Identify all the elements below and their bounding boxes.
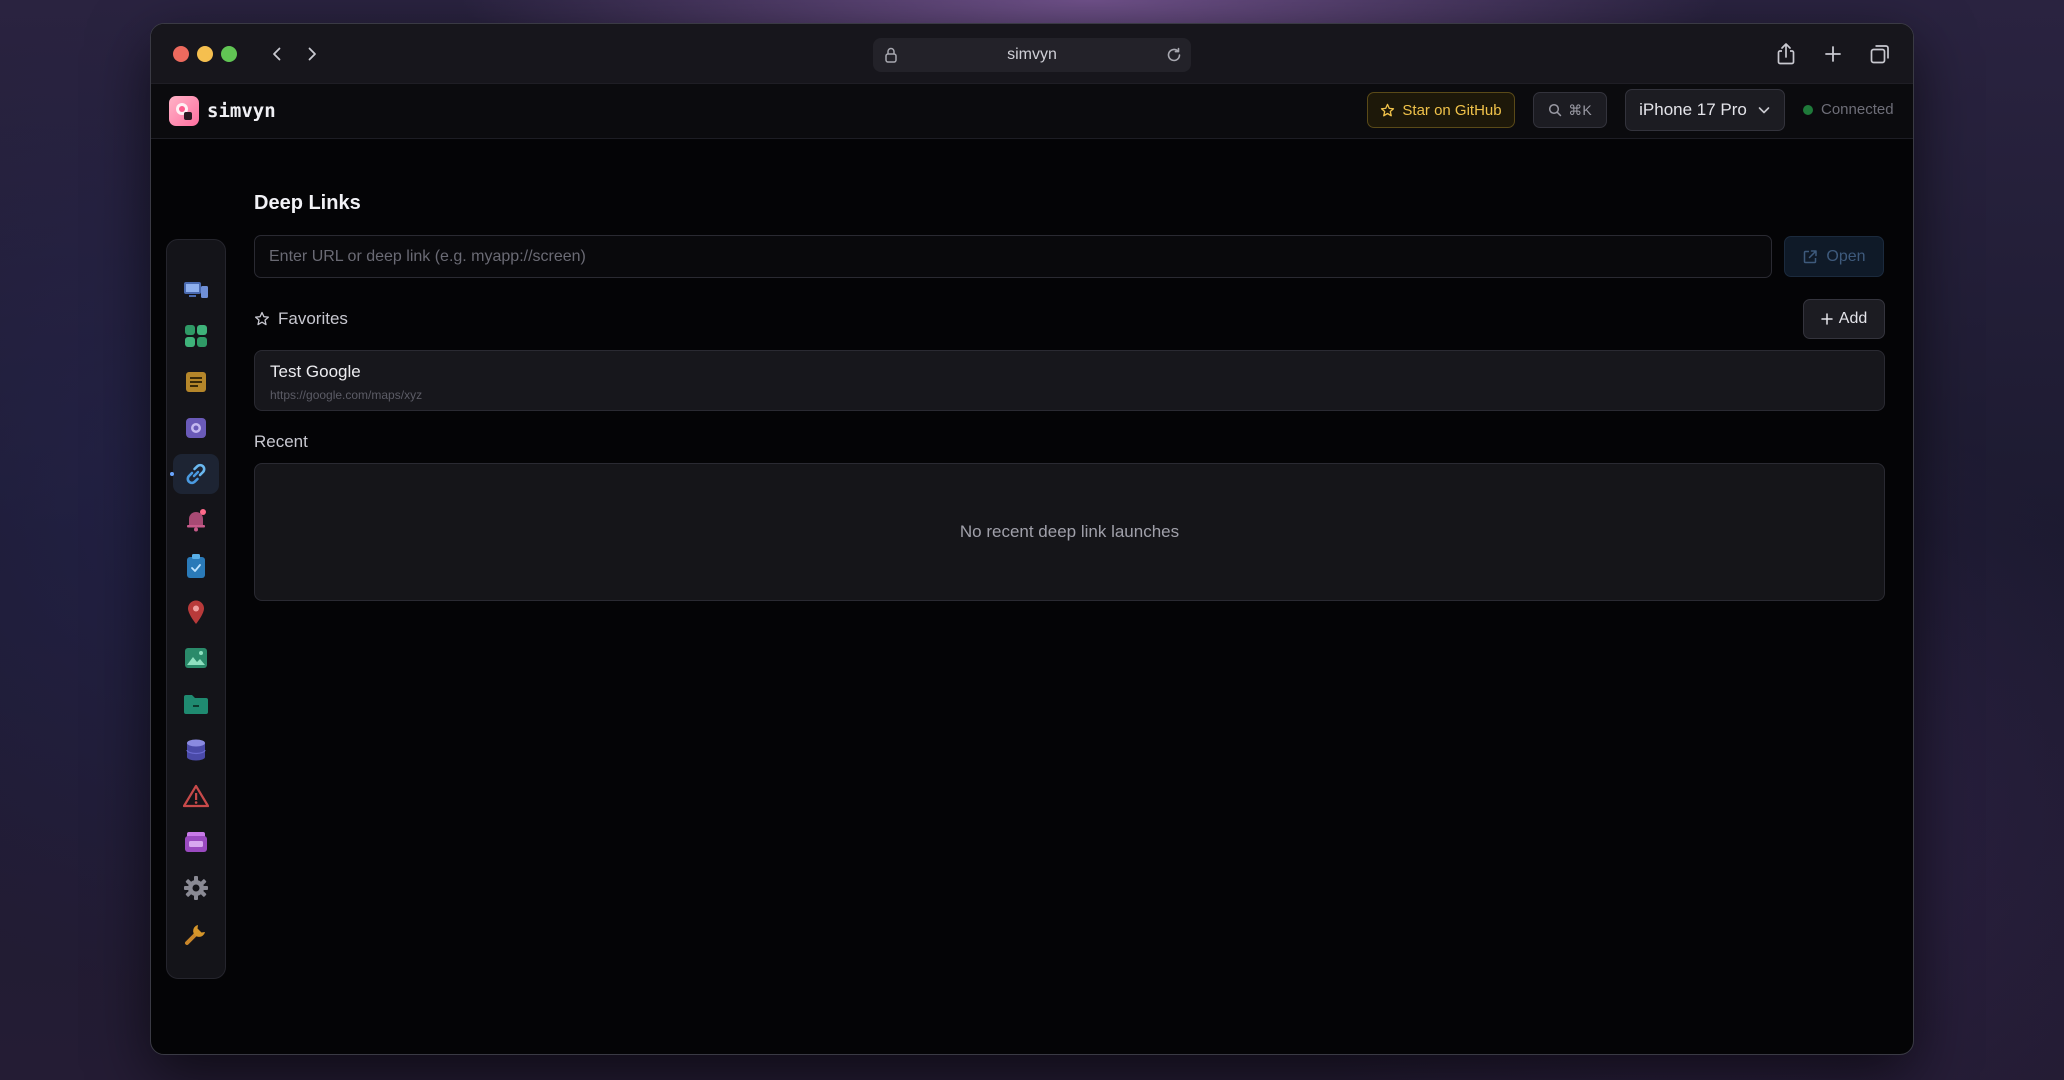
forward-button[interactable] bbox=[298, 40, 326, 68]
plus-icon bbox=[1821, 313, 1833, 325]
recent-label: Recent bbox=[254, 432, 308, 451]
browser-titlebar: simvyn bbox=[151, 24, 1913, 84]
notification-bell-icon bbox=[187, 509, 206, 532]
database-icon bbox=[186, 739, 206, 761]
devices-icon bbox=[184, 282, 208, 298]
tabs-overview-icon bbox=[1870, 45, 1889, 64]
device-selector[interactable]: iPhone 17 Pro bbox=[1625, 89, 1785, 131]
sidebar-item-clipboard[interactable] bbox=[173, 546, 219, 586]
sidebar-item-tools[interactable] bbox=[173, 914, 219, 954]
sidebar-item-media[interactable] bbox=[173, 638, 219, 678]
page-title: Deep Links bbox=[254, 192, 361, 214]
chevron-down-icon bbox=[1758, 107, 1770, 114]
sidebar-item-logs[interactable] bbox=[173, 362, 219, 402]
share-button[interactable] bbox=[1771, 39, 1801, 69]
recent-heading: Recent bbox=[254, 432, 308, 452]
sidebar-item-notifications[interactable] bbox=[173, 500, 219, 540]
new-tab-button[interactable] bbox=[1818, 39, 1848, 69]
favorites-heading: Favorites bbox=[254, 309, 348, 329]
back-button[interactable] bbox=[263, 40, 291, 68]
lock-icon bbox=[883, 46, 899, 69]
zoom-window-button[interactable] bbox=[221, 46, 237, 62]
star-icon bbox=[1381, 103, 1395, 116]
app-logo bbox=[169, 96, 199, 126]
logs-icon bbox=[186, 372, 206, 392]
recent-empty-message: No recent deep link launches bbox=[959, 522, 1180, 541]
folder-icon bbox=[184, 695, 208, 714]
apps-grid-icon bbox=[185, 325, 207, 347]
connection-status: Connected bbox=[1803, 101, 1894, 118]
layers-icon bbox=[185, 832, 207, 852]
screenshot-icon bbox=[186, 418, 206, 438]
address-url: simvyn bbox=[1007, 46, 1057, 63]
sidebar-item-screenshots[interactable] bbox=[173, 408, 219, 448]
open-button-label: Open bbox=[1826, 247, 1866, 265]
add-button-label: Add bbox=[1838, 310, 1868, 327]
location-pin-icon bbox=[188, 600, 204, 624]
connection-status-label: Connected bbox=[1821, 101, 1894, 118]
command-search-button[interactable]: ⌘K bbox=[1533, 92, 1607, 128]
search-icon bbox=[1549, 103, 1562, 117]
sidebar-item-location[interactable] bbox=[173, 592, 219, 632]
sidebar-item-apps[interactable] bbox=[173, 316, 219, 356]
add-favorite-button[interactable]: Add bbox=[1803, 299, 1885, 339]
device-selector-value: iPhone 17 Pro bbox=[1639, 100, 1747, 119]
plus-icon bbox=[1825, 46, 1841, 62]
close-window-button[interactable] bbox=[173, 46, 189, 62]
recent-list-empty: No recent deep link launches bbox=[254, 463, 1885, 601]
favorite-item[interactable]: Test Google https://google.com/maps/xyz bbox=[254, 350, 1885, 411]
sidebar-item-settings[interactable] bbox=[173, 868, 219, 908]
address-bar[interactable]: simvyn bbox=[873, 38, 1191, 72]
sidebar-item-deep-links[interactable] bbox=[170, 454, 219, 494]
status-dot-icon bbox=[1803, 104, 1813, 115]
sidebar-item-database[interactable] bbox=[173, 730, 219, 770]
app-name: simvyn bbox=[207, 100, 276, 122]
deep-link-input[interactable] bbox=[254, 235, 1772, 278]
star-on-github-label: Star on GitHub bbox=[1402, 101, 1502, 119]
external-link-icon bbox=[1804, 249, 1818, 263]
media-image-icon bbox=[185, 648, 207, 668]
sidebar-item-files[interactable] bbox=[173, 684, 219, 724]
sidebar bbox=[166, 239, 226, 979]
sidebar-item-crashes[interactable] bbox=[173, 776, 219, 816]
warning-icon bbox=[183, 784, 209, 808]
favorites-label: Favorites bbox=[278, 309, 348, 328]
wrench-icon bbox=[185, 925, 205, 945]
active-indicator bbox=[170, 472, 174, 476]
chevron-left-icon bbox=[273, 47, 281, 61]
star-on-github-button[interactable]: Star on GitHub bbox=[1367, 92, 1515, 128]
open-button[interactable]: Open bbox=[1784, 236, 1884, 277]
reload-icon[interactable] bbox=[1165, 46, 1183, 69]
app-header: simvyn Star on GitHub ⌘K iPhone 17 Pro C… bbox=[151, 84, 1913, 139]
sidebar-item-devices[interactable] bbox=[173, 270, 219, 310]
tab-overview-button[interactable] bbox=[1865, 39, 1895, 69]
favorite-url: https://google.com/maps/xyz bbox=[270, 388, 423, 402]
minimize-window-button[interactable] bbox=[197, 46, 213, 62]
search-shortcut-label: ⌘K bbox=[1568, 101, 1592, 118]
clipboard-icon bbox=[187, 554, 205, 578]
favorite-name: Test Google bbox=[270, 362, 361, 381]
sidebar-item-layers[interactable] bbox=[173, 822, 219, 862]
link-icon bbox=[186, 463, 206, 485]
app-logo-icon bbox=[176, 103, 192, 120]
settings-gear-icon bbox=[184, 876, 208, 900]
browser-window: simvyn simvyn Star on GitHub ⌘K iPhone 1… bbox=[150, 23, 1914, 1055]
share-icon bbox=[1777, 43, 1795, 65]
star-icon bbox=[254, 311, 270, 326]
chevron-right-icon bbox=[308, 47, 316, 61]
